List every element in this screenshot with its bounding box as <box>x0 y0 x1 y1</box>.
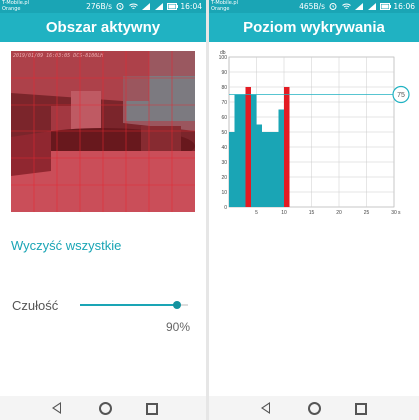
home-icon[interactable] <box>99 402 112 415</box>
left-screen: T-Mobile.pl Orange 276B/s 16:04 Obszar a… <box>0 0 206 420</box>
chart-bars <box>229 87 290 207</box>
motion-grid[interactable] <box>11 51 195 212</box>
x-tick-label: 10 <box>281 210 287 216</box>
x-tick-label: 25 <box>364 210 370 216</box>
threshold-badge: 75 <box>397 92 405 99</box>
back-icon[interactable] <box>261 402 270 414</box>
signal-icon-secondary <box>367 2 376 13</box>
camera-preview[interactable]: 2019/01/09 16:03:05 DCS-8100LH <box>11 51 195 212</box>
nav-bar <box>209 396 419 420</box>
status-bar: T-Mobile.pl Orange 465B/s 16:06 <box>209 0 419 13</box>
clock: 16:06 <box>393 2 415 11</box>
sensitivity-value: 90% <box>166 320 191 334</box>
bar <box>267 132 273 207</box>
y-tick-label: 90 <box>221 70 227 76</box>
back-icon[interactable] <box>52 402 61 414</box>
bar <box>262 132 268 207</box>
page-title: Obszar aktywny <box>0 13 206 42</box>
y-tick-label: 40 <box>221 145 227 151</box>
signal-icon-secondary <box>154 2 163 13</box>
x-tick-label: 5 <box>255 210 258 216</box>
bar <box>251 94 257 207</box>
clear-all-button[interactable]: Wyczyść wszystkie <box>11 238 121 253</box>
y-tick-label: 70 <box>221 100 227 106</box>
bar-alert <box>284 87 290 207</box>
bar <box>256 124 262 207</box>
network-speed: 465B/s <box>299 2 326 11</box>
detection-level-chart: 01020304050607080901005 10 15 20 25 30dbs 75 <box>219 50 410 216</box>
y-tick-label: 0 <box>224 205 227 211</box>
page-title: Poziom wykrywania <box>209 13 419 42</box>
bar <box>229 132 235 207</box>
alarm-icon <box>329 2 337 13</box>
recent-apps-icon[interactable] <box>146 403 158 415</box>
bar <box>234 94 240 207</box>
bar <box>273 132 279 207</box>
x-tick-label: 15 <box>309 210 315 216</box>
clock: 16:04 <box>180 2 202 11</box>
bar <box>278 109 284 207</box>
battery-icon <box>166 2 178 13</box>
signal-icon <box>142 2 151 13</box>
sensitivity-slider-fill <box>80 304 178 306</box>
carrier-info: T-Mobile.pl Orange <box>211 0 238 12</box>
recent-apps-icon[interactable] <box>355 403 367 415</box>
y-tick-label: 10 <box>221 190 227 196</box>
x-tick-label: 30 <box>391 210 397 216</box>
alarm-icon <box>116 2 124 13</box>
sensitivity-slider-thumb[interactable] <box>173 301 182 309</box>
status-icons: 465B/s 16:06 <box>299 1 415 13</box>
y-axis-label: db <box>220 50 226 56</box>
y-tick-label: 20 <box>221 175 227 181</box>
y-tick-label: 60 <box>221 115 227 121</box>
bar-alert <box>245 87 251 207</box>
sensitivity-slider[interactable] <box>80 301 188 309</box>
signal-icon <box>355 2 364 13</box>
bar <box>240 94 246 207</box>
right-screen: T-Mobile.pl Orange 465B/s 16:06 Poziom w… <box>209 0 419 420</box>
battery-icon <box>379 2 391 13</box>
x-axis-label: s <box>398 210 401 216</box>
status-bar: T-Mobile.pl Orange 276B/s 16:04 <box>0 0 206 13</box>
y-tick-label: 50 <box>221 130 227 136</box>
x-tick-label: 20 <box>336 210 342 216</box>
wifi-icon <box>341 2 351 13</box>
wifi-icon <box>128 2 138 13</box>
home-icon[interactable] <box>308 402 321 415</box>
carrier-name-secondary: Orange <box>2 6 21 12</box>
network-speed: 276B/s <box>86 2 113 11</box>
carrier-name-secondary: Orange <box>211 6 230 12</box>
sensitivity-label: Czułość <box>12 298 59 313</box>
nav-bar <box>0 396 206 420</box>
y-tick-label: 80 <box>221 85 227 91</box>
status-icons: 276B/s 16:04 <box>86 1 202 13</box>
y-tick-label: 30 <box>221 160 227 166</box>
carrier-info: T-Mobile.pl Orange <box>2 0 29 12</box>
